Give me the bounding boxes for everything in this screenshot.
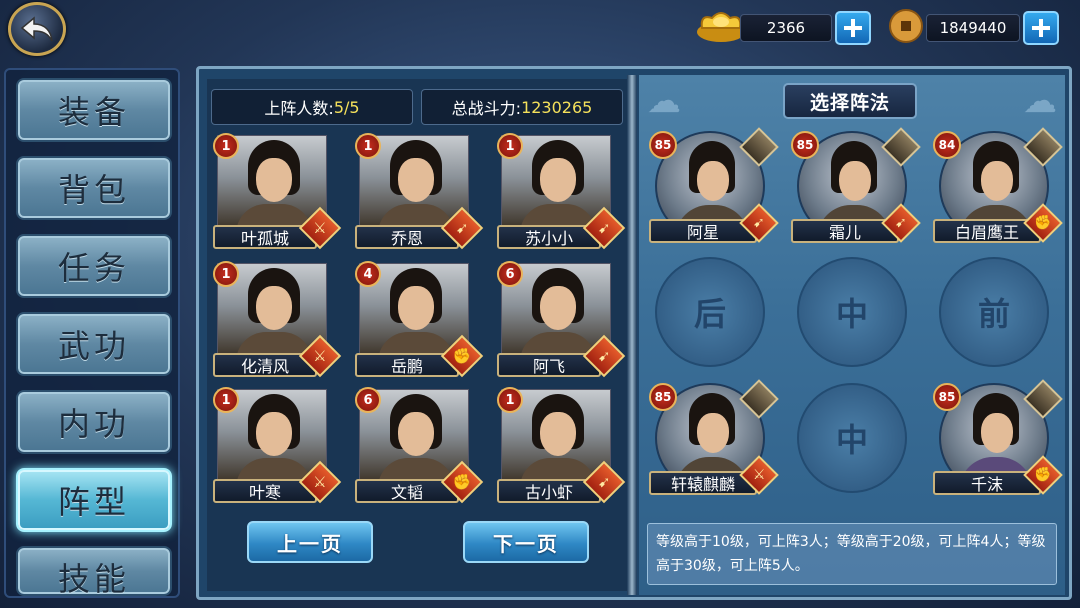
menu-inner[interactable]: 内功 [16,390,172,454]
menu-martial[interactable]: 武功 [16,312,172,376]
hero-level-badge: 1 [497,387,523,413]
hero-level-badge: 1 [355,133,381,159]
cloud-ornament-icon: ☁ [1023,81,1057,121]
copper-amount: 1849440 [926,14,1020,42]
hero-card[interactable]: 1 乔恩 ➹ [355,133,484,253]
hero-card[interactable]: 6 文韬 ✊ [355,387,484,507]
formation-slot-front[interactable]: 前 [939,257,1049,367]
hero-level-badge: 84 [933,131,961,159]
hero-level-badge: 85 [791,131,819,159]
copper-coin-icon [888,8,924,48]
hero-level-badge: 85 [649,383,677,411]
formation-slot-hero[interactable]: 85 轩辕麒麟 ⚔ [649,379,779,501]
hero-level-badge: 85 [933,383,961,411]
side-menu: 装备 背包 任务 武功 内功 阵型 技能 [4,68,180,598]
formation-slot-hero[interactable]: 85 霜儿 ➹ [791,127,921,249]
hero-card[interactable]: 1 叶寒 ⚔ [213,387,342,507]
hero-level-badge: 1 [213,261,239,287]
power-value: 1230265 [521,97,593,117]
hero-roster: 上阵人数: 5/5 总战斗力: 1230265 1 叶孤城 ⚔ 1 乔恩 ➹ 1 苏小小 ➹ 1 化… [207,79,627,591]
formation-info: 等级高于10级，可上阵3人；等级高于20级，可上阵4人；等级高于30级，可上阵5… [647,523,1057,585]
formation-panel: 上阵人数: 5/5 总战斗力: 1230265 1 叶孤城 ⚔ 1 乔恩 ➹ 1 苏小小 ➹ 1 化… [196,66,1072,600]
gold-currency: 2366 [740,11,871,45]
formation-slot-middle[interactable]: 中 [797,383,907,493]
slot-label: 前 [977,295,1010,333]
plus-icon [844,19,862,37]
hero-level-badge: 6 [497,261,523,287]
add-gold-button[interactable] [835,11,871,45]
plus-icon [1032,19,1050,37]
hero-card[interactable]: 1 化清风 ⚔ [213,261,342,381]
formation-slot-back[interactable]: 后 [655,257,765,367]
deploy-count: 上阵人数: 5/5 [211,89,413,125]
next-page-button[interactable]: 下一页 [463,521,589,563]
hero-card[interactable]: 4 岳鹏 ✊ [355,261,484,381]
deploy-label: 上阵人数: [264,99,334,118]
back-button[interactable] [8,2,66,56]
menu-skill[interactable]: 技能 [16,546,172,596]
cloud-ornament-icon: ☁ [647,81,681,121]
hero-level-badge: 1 [497,133,523,159]
deploy-value: 5/5 [333,97,360,117]
panel-divider [627,75,637,595]
gold-amount: 2366 [740,14,832,42]
formation-slot-middle[interactable]: 中 [797,257,907,367]
hero-card[interactable]: 6 阿飞 ➹ [497,261,626,381]
hero-level-badge: 1 [213,387,239,413]
menu-formation[interactable]: 阵型 [16,468,172,532]
slot-label: 中 [835,421,868,459]
slot-label: 后 [693,295,726,333]
prev-page-button[interactable]: 上一页 [247,521,373,563]
hero-level-badge: 1 [213,133,239,159]
gold-ingot-icon [696,6,746,48]
hero-level-badge: 85 [649,131,677,159]
formation-slot-hero[interactable]: 85 千沫 ✊ [933,379,1063,501]
hero-card[interactable]: 1 苏小小 ➹ [497,133,626,253]
formation-slot-hero[interactable]: 85 阿星 ➹ [649,127,779,249]
menu-bag[interactable]: 背包 [16,156,172,220]
hero-level-badge: 4 [355,261,381,287]
total-power: 总战斗力: 1230265 [421,89,623,125]
menu-equipment[interactable]: 装备 [16,78,172,142]
copper-currency: 1849440 [926,11,1059,45]
back-arrow-icon [20,16,53,42]
select-formation-button[interactable]: 选择阵法 [783,83,917,119]
formation-slot-hero[interactable]: 84 白眉鹰王 ✊ [933,127,1063,249]
power-label: 总战斗力: [451,99,522,118]
formation-board: ☁ ☁ 选择阵法 85 阿星 ➹ 85 霜儿 ➹ 84 白眉鹰王 ✊ 后 中 前 85 轩辕麒麟… [639,75,1065,595]
slot-label: 中 [835,295,868,333]
add-copper-button[interactable] [1023,11,1059,45]
menu-quest[interactable]: 任务 [16,234,172,298]
hero-card[interactable]: 1 叶孤城 ⚔ [213,133,342,253]
hero-card[interactable]: 1 古小虾 ➹ [497,387,626,507]
hero-level-badge: 6 [355,387,381,413]
